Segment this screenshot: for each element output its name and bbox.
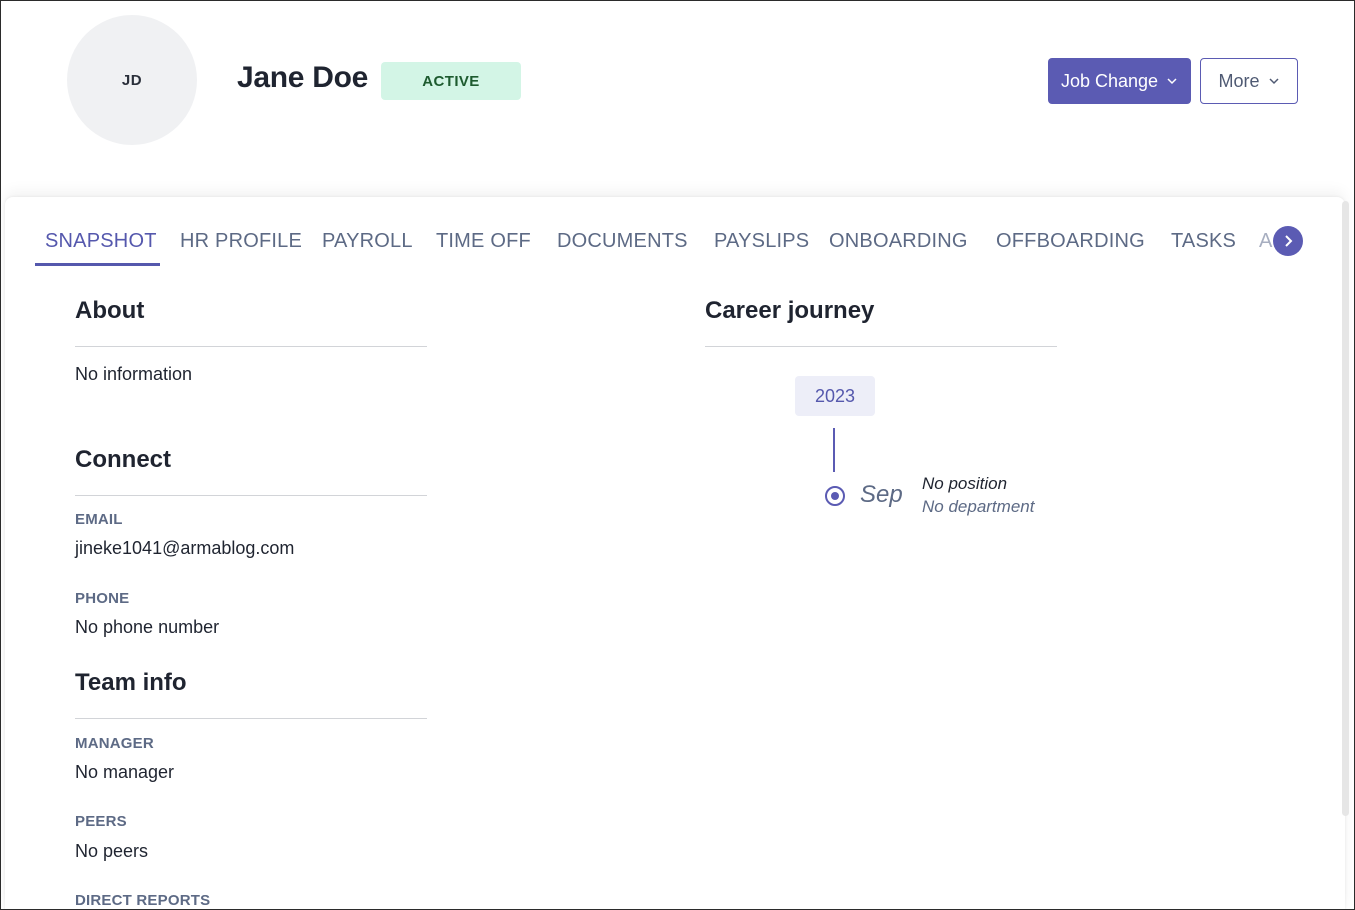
direct-reports-label: DIRECT REPORTS (75, 892, 211, 909)
career-journey-title: Career journey (705, 297, 875, 324)
timeline-department: No department (922, 497, 1035, 516)
phone-label: PHONE (75, 590, 130, 607)
manager-label: MANAGER (75, 735, 154, 752)
phone-value: No phone number (75, 617, 220, 637)
job-change-button[interactable]: Job Change (1048, 58, 1191, 104)
tabs-next-button[interactable] (1273, 226, 1303, 256)
tab-tasks[interactable]: TASKS (1171, 217, 1236, 265)
employee-name: Jane Doe (237, 61, 368, 94)
tab-snapshot[interactable]: SNAPSHOT (45, 217, 157, 265)
tab-bar: SNAPSHOT HR PROFILE PAYROLL TIME OFF DOC… (35, 217, 1305, 267)
timeline-position: No position (922, 474, 1008, 493)
avatar-initials: JD (121, 71, 143, 89)
year-pill: 2023 (795, 376, 875, 416)
chevron-down-icon (1268, 78, 1279, 85)
profile-header: JD Jane Doe ACTIVE Job Change More (1, 1, 1354, 197)
tab-truncated[interactable]: A (1259, 217, 1273, 265)
job-change-label: Job Change (1060, 70, 1159, 91)
connect-divider (75, 495, 427, 496)
connect-title: Connect (75, 446, 171, 473)
peers-label: PEERS (75, 813, 127, 830)
chevron-down-icon (1167, 78, 1177, 85)
page-scrollbar[interactable] (1342, 201, 1349, 816)
avatar: JD (67, 15, 197, 145)
email-label: EMAIL (75, 511, 123, 528)
tab-hr-profile[interactable]: HR PROFILE (180, 217, 302, 265)
more-button[interactable]: More (1200, 58, 1298, 104)
tab-payroll[interactable]: PAYROLL (322, 217, 413, 265)
timeline-dot-icon (825, 486, 845, 506)
about-title: About (75, 297, 145, 324)
about-text: No information (75, 364, 193, 384)
team-info-title: Team info (75, 669, 187, 696)
peers-value: No peers (75, 841, 149, 861)
about-divider (75, 346, 427, 347)
career-divider (705, 346, 1057, 347)
status-badge: ACTIVE (381, 62, 521, 100)
timeline-month: Sep (860, 481, 903, 508)
tab-documents[interactable]: DOCUMENTS (557, 217, 688, 265)
tab-onboarding[interactable]: ONBOARDING (829, 217, 968, 265)
tab-time-off[interactable]: TIME OFF (436, 217, 531, 265)
app-frame: JD Jane Doe ACTIVE Job Change More SNAPS… (0, 0, 1355, 910)
manager-value: No manager (75, 762, 175, 782)
profile-card: SNAPSHOT HR PROFILE PAYROLL TIME OFF DOC… (5, 197, 1345, 909)
tab-payslips[interactable]: PAYSLIPS (714, 217, 809, 265)
chevron-right-icon (1285, 235, 1293, 247)
team-divider (75, 718, 427, 719)
email-value[interactable]: jineke1041@armablog.com (75, 538, 294, 559)
active-tab-indicator (35, 263, 160, 266)
more-label: More (1218, 70, 1260, 91)
timeline-connector (833, 428, 835, 472)
tab-offboarding[interactable]: OFFBOARDING (996, 217, 1145, 265)
